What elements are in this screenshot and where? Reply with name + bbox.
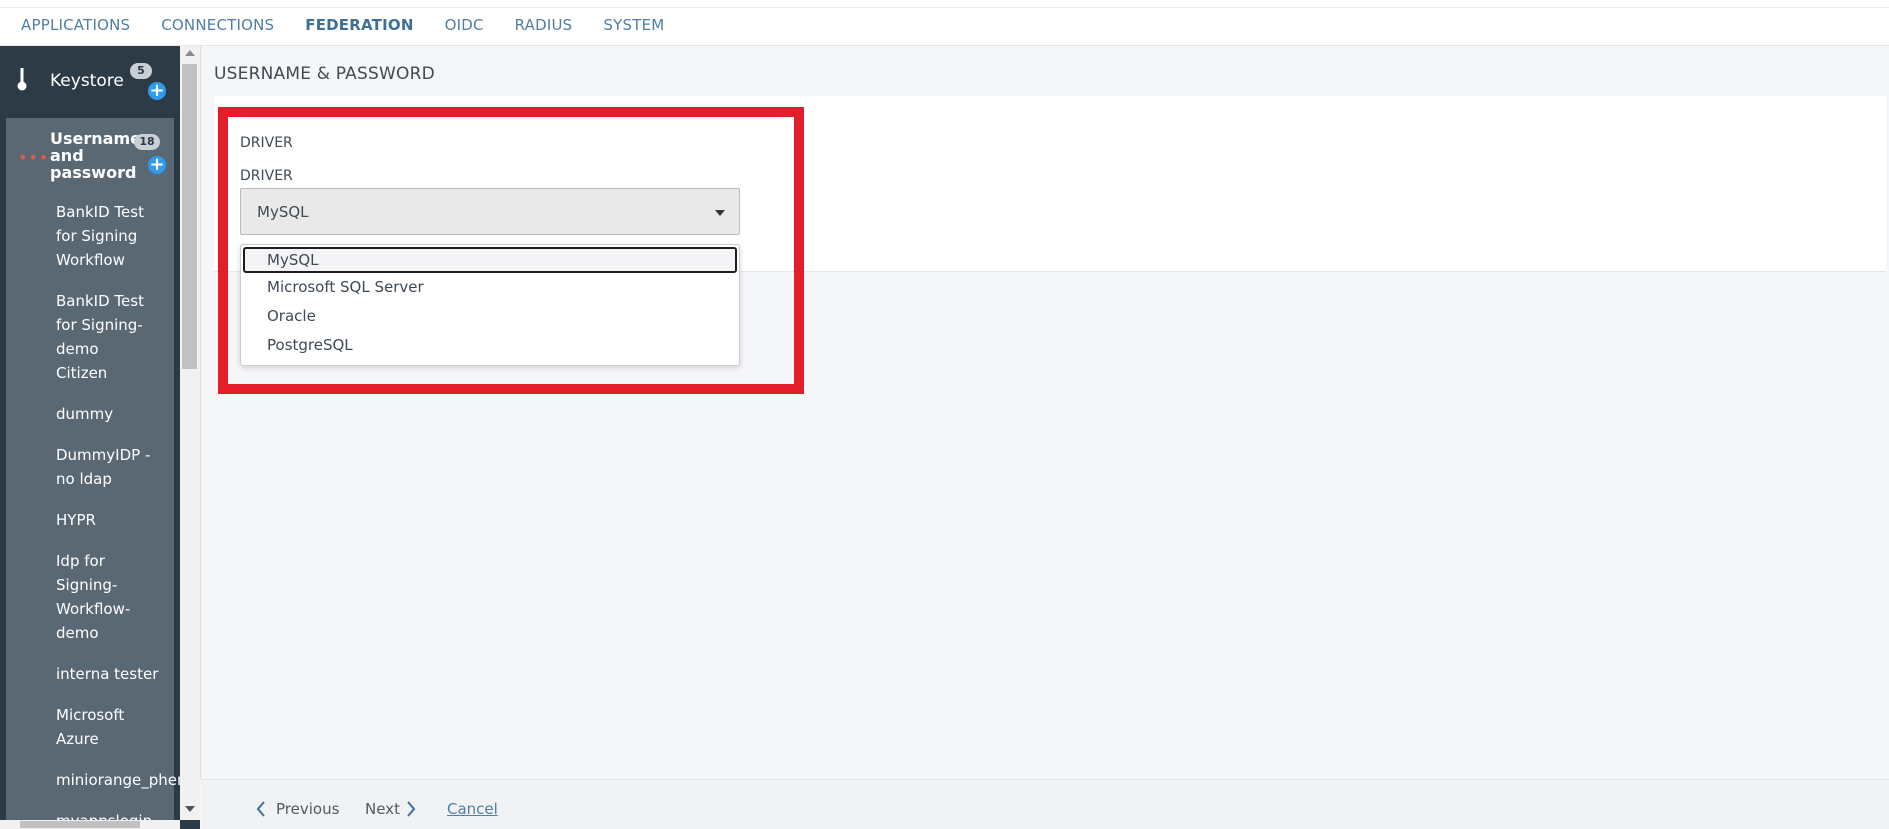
option-mysql[interactable]: MySQL [243, 247, 737, 273]
top-navigation-bar: APPLICATIONS CONNECTIONS FEDERATION OIDC… [0, 0, 1889, 46]
top-divider [0, 7, 1889, 8]
sidebar-item-bankid-signing-workflow[interactable]: BankID Test for Signing Workflow [56, 200, 152, 272]
scroll-down-arrow-icon[interactable] [185, 806, 195, 812]
sidebar-item-bankid-signing-demo[interactable]: BankID Test for Signing-demo Citizen [56, 289, 152, 385]
sidebar-item-hypr[interactable]: HYPR [56, 508, 186, 532]
nav-radius[interactable]: RADIUS [515, 16, 573, 34]
driver-field-label: DRIVER [240, 168, 293, 184]
group-label: Username and password [50, 129, 141, 182]
wizard-footer: Previous Next Cancel [201, 779, 1889, 829]
sidebar-item-keystore[interactable]: Keystore 5 + [0, 46, 180, 116]
sidebar-items: BankID Test for Signing Workflow BankID … [56, 200, 187, 829]
sidebar-item-dummy[interactable]: dummy [56, 402, 186, 426]
main-nav: APPLICATIONS CONNECTIONS FEDERATION OIDC… [21, 16, 695, 34]
sidebar-group-username-password[interactable]: ••• Username and password 18 + [6, 118, 174, 188]
nav-applications[interactable]: APPLICATIONS [21, 16, 130, 34]
previous-button[interactable]: Previous [276, 800, 339, 818]
nav-connections[interactable]: CONNECTIONS [161, 16, 274, 34]
sidebar: Keystore 5 + ••• Username and password 1… [0, 46, 200, 829]
driver-select[interactable]: MySQL [240, 188, 740, 235]
sidebar-item-miniorange[interactable]: miniorange_phen [56, 768, 187, 792]
option-postgresql[interactable]: PostgreSQL [243, 333, 737, 359]
sidebar-item-microsoft-azure[interactable]: Microsoft Azure [56, 703, 146, 751]
key-icon [17, 68, 27, 91]
group-count-badge: 18 [134, 134, 160, 150]
scrollbar-thumb[interactable] [182, 64, 197, 369]
option-oracle[interactable]: Oracle [243, 304, 737, 330]
add-connection-icon[interactable]: + [148, 156, 166, 174]
horizontal-scrollbar-thumb[interactable] [20, 821, 140, 828]
more-icon[interactable]: ••• [18, 148, 49, 167]
nav-system[interactable]: SYSTEM [603, 16, 664, 34]
scroll-up-arrow-icon[interactable] [185, 50, 195, 56]
caret-down-icon [715, 210, 725, 216]
sidebar-item-dummyidp[interactable]: DummyIDP - no ldap [56, 443, 156, 491]
nav-federation[interactable]: FEDERATION [305, 16, 413, 34]
next-button[interactable]: Next [365, 800, 400, 818]
driver-dropdown-list: MySQL Microsoft SQL Server Oracle Postgr… [240, 244, 740, 366]
sidebar-item-idp-signing[interactable]: Idp for Signing-Workflow-demo [56, 549, 136, 645]
sidebar-horizontal-scrollbar[interactable] [0, 820, 180, 829]
add-keystore-icon[interactable]: + [148, 82, 166, 100]
sidebar-item-interna-tester[interactable]: interna tester [56, 662, 186, 686]
chevron-right-icon[interactable] [406, 801, 416, 817]
content-divider [200, 46, 201, 779]
nav-oidc[interactable]: OIDC [445, 16, 484, 34]
keystore-count-badge: 5 [130, 63, 152, 79]
option-microsoft-sql-server[interactable]: Microsoft SQL Server [243, 275, 737, 301]
driver-select-value: MySQL [257, 203, 309, 221]
section-label-driver: DRIVER [240, 135, 293, 151]
chevron-left-icon[interactable] [256, 801, 266, 817]
keystore-label: Keystore [50, 71, 124, 91]
cancel-link[interactable]: Cancel [447, 800, 498, 818]
page-title: USERNAME & PASSWORD [214, 64, 435, 84]
sidebar-scrollbar[interactable] [180, 46, 200, 820]
